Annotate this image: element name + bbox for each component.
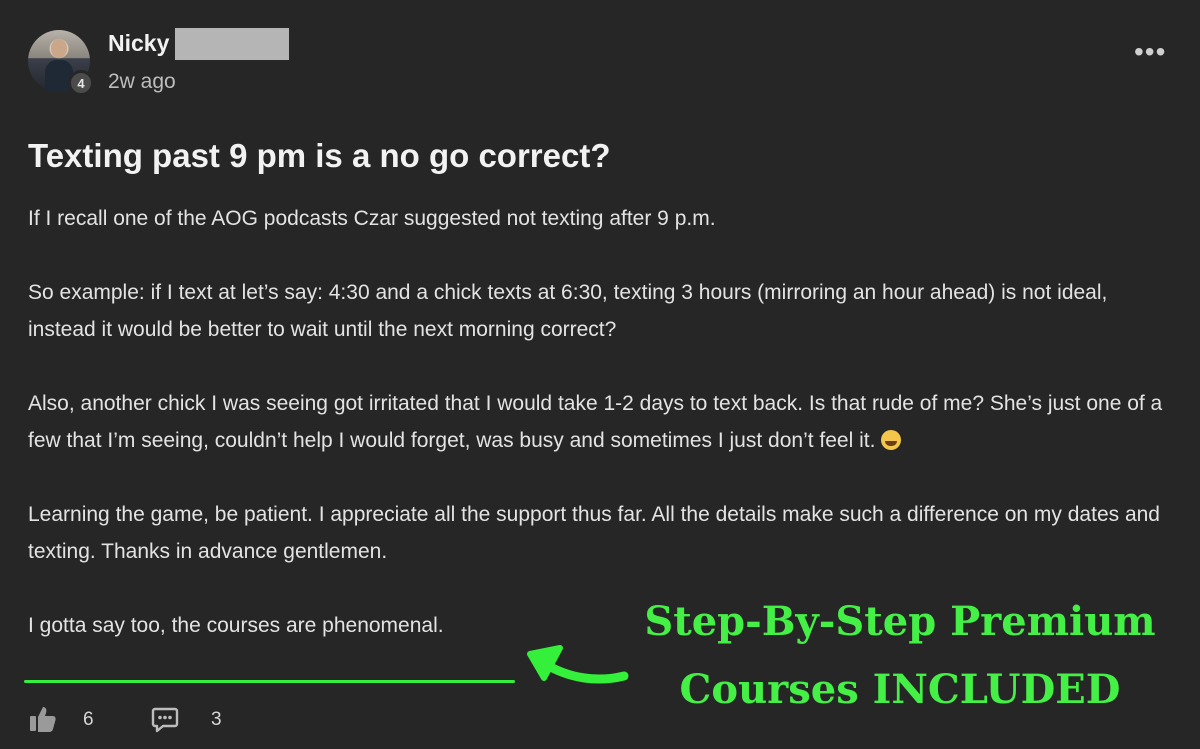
post-timestamp[interactable]: 2w ago: [108, 70, 176, 94]
avatar-head: [51, 39, 67, 58]
post-paragraph: If I recall one of the AOG podcasts Czar…: [28, 207, 716, 230]
post-paragraph-text: Also, another chick I was seeing got irr…: [28, 392, 1163, 452]
author-name[interactable]: Nicky: [108, 30, 169, 57]
like-count: 6: [83, 709, 94, 730]
level-badge: 4: [68, 70, 94, 96]
promo-line-2: Courses INCLUDED: [679, 666, 1121, 713]
promo-annotation: Step-By-Step Premium Courses INCLUDED: [620, 588, 1180, 724]
more-options-icon[interactable]: •••: [1134, 38, 1166, 66]
highlight-underline: [24, 680, 515, 683]
comment-icon[interactable]: [151, 706, 179, 734]
post-paragraph: Also, another chick I was seeing got irr…: [28, 385, 1178, 459]
post-header: 4 Nicky 2w ago •••: [28, 28, 1172, 100]
post-paragraph: So example: if I text at let’s say: 4:30…: [28, 281, 1108, 341]
pointer-arrow-icon: [527, 645, 629, 684]
thumbs-up-icon[interactable]: [28, 704, 58, 734]
grinning-sweat-emoji-icon: [881, 430, 902, 450]
promo-line-1: Step-By-Step Premium: [644, 598, 1156, 645]
redacted-surname: [175, 28, 289, 60]
comment-count: 3: [211, 709, 222, 730]
post-title: Texting past 9 pm is a no go correct?: [28, 137, 611, 174]
post-actions: 6 3: [28, 704, 328, 736]
post-body: If I recall one of the AOG podcasts Czar…: [28, 200, 1178, 644]
post-paragraph: Learning the game, be patient. I appreci…: [28, 503, 1160, 563]
